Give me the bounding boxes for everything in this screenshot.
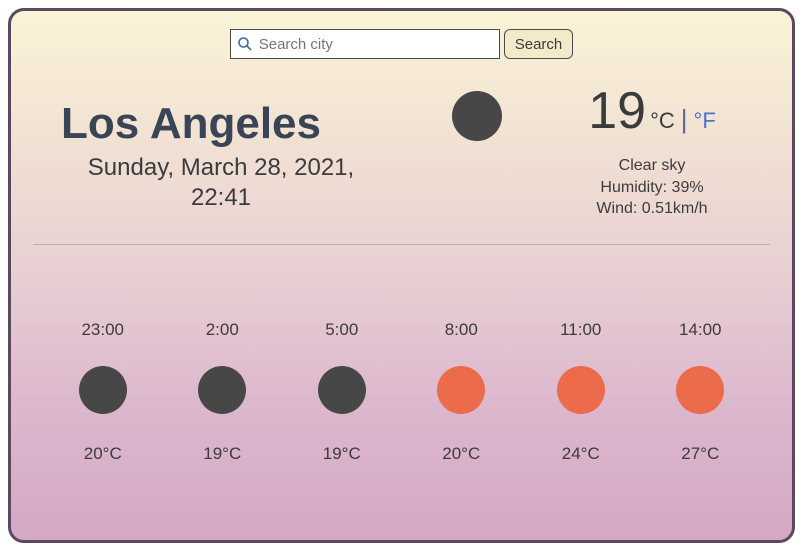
forecast-icon [557, 366, 605, 414]
forecast-icon [318, 366, 366, 414]
current-weather-icon [452, 91, 502, 141]
condition-text: Clear sky Humidity: 39% Wind: 0.51km/h [562, 155, 742, 220]
unit-celsius[interactable]: °C [650, 108, 675, 134]
forecast-time: 5:00 [282, 320, 402, 340]
unit-separator: | [681, 104, 688, 135]
search-bar: Search [33, 29, 770, 59]
forecast-icon [79, 366, 127, 414]
weather-card: Search Los Angeles Sunday, March 28, 202… [8, 8, 795, 543]
forecast-temp: 20°C [43, 444, 163, 464]
forecast-icon [198, 366, 246, 414]
sky-condition: Clear sky [562, 155, 742, 177]
search-input[interactable] [253, 36, 493, 53]
forecast-icon [437, 366, 485, 414]
forecast-item: 8:00 20°C [402, 320, 522, 464]
hourly-forecast: 23:00 20°C 2:00 19°C 5:00 19°C 8:00 20°C 11:00 24… [33, 245, 770, 512]
forecast-item: 5:00 19°C [282, 320, 402, 464]
humidity: Humidity: 39% [562, 177, 742, 199]
forecast-item: 23:00 20°C [43, 320, 163, 464]
temperature: 19 °C | °F [562, 81, 742, 141]
forecast-item: 2:00 19°C [163, 320, 283, 464]
forecast-temp: 19°C [163, 444, 283, 464]
forecast-temp: 24°C [521, 444, 641, 464]
unit-fahrenheit[interactable]: °F [694, 108, 716, 134]
forecast-temp: 20°C [402, 444, 522, 464]
forecast-time: 11:00 [521, 320, 641, 340]
current-weather: Los Angeles Sunday, March 28, 2021, 22:4… [33, 81, 770, 244]
wind: Wind: 0.51km/h [562, 198, 742, 220]
forecast-time: 23:00 [43, 320, 163, 340]
temp-value: 19 [588, 81, 646, 141]
forecast-temp: 19°C [282, 444, 402, 464]
date-time: Sunday, March 28, 2021, 22:41 [61, 153, 381, 213]
forecast-item: 14:00 27°C [641, 320, 761, 464]
search-box[interactable] [230, 29, 500, 59]
forecast-time: 14:00 [641, 320, 761, 340]
forecast-time: 8:00 [402, 320, 522, 340]
conditions-block: 19 °C | °F Clear sky Humidity: 39% Wind:… [562, 81, 742, 220]
city-name: Los Angeles [61, 99, 452, 149]
forecast-icon [676, 366, 724, 414]
forecast-temp: 27°C [641, 444, 761, 464]
search-icon [237, 36, 253, 52]
forecast-item: 11:00 24°C [521, 320, 641, 464]
forecast-time: 2:00 [163, 320, 283, 340]
location-block: Los Angeles Sunday, March 28, 2021, 22:4… [61, 81, 452, 213]
search-button[interactable]: Search [504, 29, 574, 59]
